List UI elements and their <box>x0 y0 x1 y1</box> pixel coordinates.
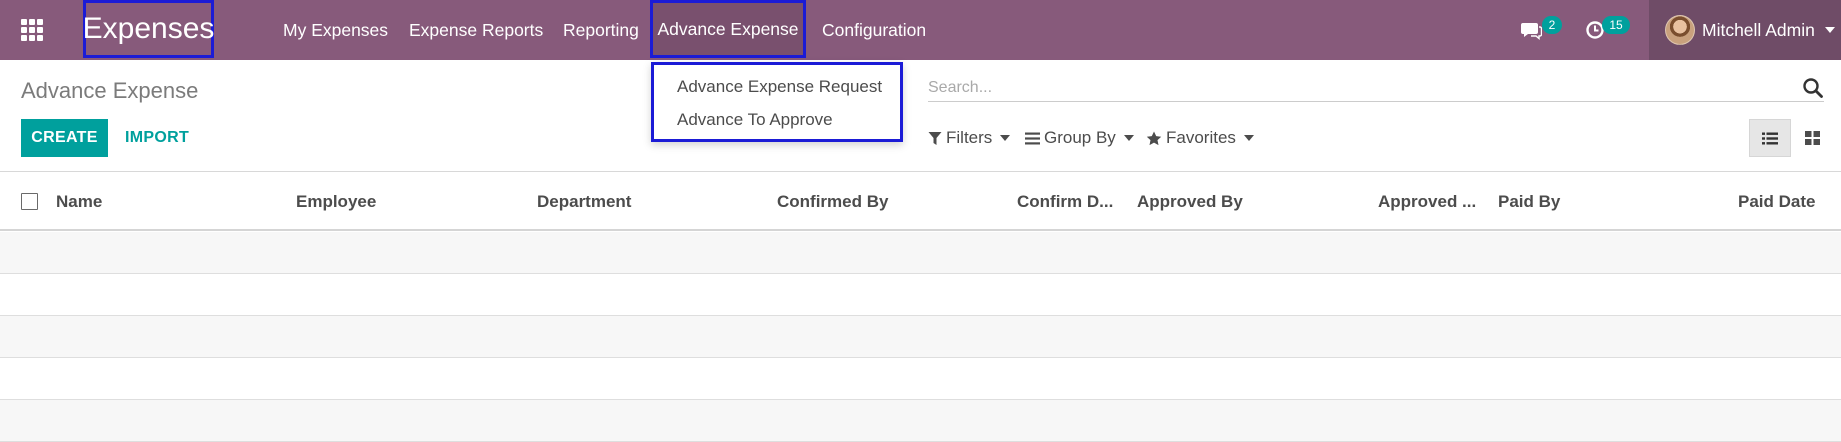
dropdown-item-advance-expense-request[interactable]: Advance Expense Request <box>677 77 882 97</box>
menu-reporting[interactable]: Reporting <box>563 0 639 60</box>
search-input[interactable] <box>928 78 1802 97</box>
list-icon <box>1762 132 1778 144</box>
list-header: Name Employee Department Confirmed By Co… <box>0 172 1841 231</box>
avatar <box>1665 15 1695 45</box>
favorites-toggle[interactable]: Favorites <box>1146 124 1254 152</box>
column-header-approved-by[interactable]: Approved By <box>1137 192 1243 212</box>
star-icon <box>1146 131 1162 145</box>
kanban-view-button[interactable] <box>1791 119 1833 157</box>
column-header-paid-date[interactable]: Paid Date <box>1738 192 1815 212</box>
table-row <box>0 358 1841 400</box>
column-header-confirm-date[interactable]: Confirm D... <box>1017 192 1113 212</box>
favorites-label: Favorites <box>1166 128 1236 147</box>
table-row <box>0 274 1841 316</box>
column-header-confirmed-by[interactable]: Confirmed By <box>777 192 888 212</box>
menu-my-expenses[interactable]: My Expenses <box>283 0 388 60</box>
menu-configuration[interactable]: Configuration <box>822 0 926 60</box>
select-all-checkbox[interactable] <box>21 193 38 210</box>
bars-icon <box>1025 132 1040 144</box>
filters-label: Filters <box>946 128 993 147</box>
filters-toggle[interactable]: Filters <box>928 124 1011 152</box>
group-by-label: Group By <box>1044 128 1116 147</box>
app-brand[interactable]: Expenses <box>83 0 214 58</box>
dropdown-item-advance-to-approve[interactable]: Advance To Approve <box>677 110 833 130</box>
chevron-down-icon <box>1123 135 1134 141</box>
table-row <box>0 400 1841 442</box>
main-navbar: Expenses My Expenses Expense Reports Rep… <box>0 0 1841 60</box>
list-view-button[interactable] <box>1749 119 1791 157</box>
chevron-down-icon <box>1243 135 1254 141</box>
apps-menu-icon[interactable] <box>18 18 46 42</box>
messaging-menu[interactable]: 2 <box>1520 0 1564 60</box>
column-header-name[interactable]: Name <box>56 192 102 212</box>
messages-count-badge: 2 <box>1542 16 1562 34</box>
activities-count-badge: 15 <box>1602 16 1630 34</box>
menu-expense-reports[interactable]: Expense Reports <box>409 0 543 60</box>
search-icon[interactable] <box>1802 77 1824 99</box>
advance-expense-dropdown: Advance Expense Request Advance To Appro… <box>651 62 903 142</box>
column-header-employee[interactable]: Employee <box>296 192 376 212</box>
table-row <box>0 232 1841 274</box>
create-button[interactable]: CREATE <box>21 119 108 157</box>
group-by-toggle[interactable]: Group By <box>1025 124 1134 152</box>
menu-advance-expense[interactable]: Advance Expense <box>650 0 806 58</box>
activity-menu[interactable]: 15 <box>1585 0 1633 60</box>
grid-icon <box>1804 131 1820 145</box>
column-header-paid-by[interactable]: Paid By <box>1498 192 1560 212</box>
search-bar <box>928 74 1824 102</box>
chevron-down-icon <box>1824 27 1835 33</box>
table-row <box>0 316 1841 358</box>
funnel-icon <box>928 131 942 145</box>
chevron-down-icon <box>1000 135 1011 141</box>
import-button[interactable]: IMPORT <box>125 119 189 157</box>
user-name: Mitchell Admin <box>1702 19 1815 40</box>
chat-bubbles-icon <box>1521 23 1542 40</box>
column-header-department[interactable]: Department <box>537 192 631 212</box>
column-header-approved-date[interactable]: Approved ... <box>1378 192 1476 212</box>
breadcrumb: Advance Expense <box>21 78 199 103</box>
user-menu[interactable]: Mitchell Admin <box>1649 0 1841 60</box>
